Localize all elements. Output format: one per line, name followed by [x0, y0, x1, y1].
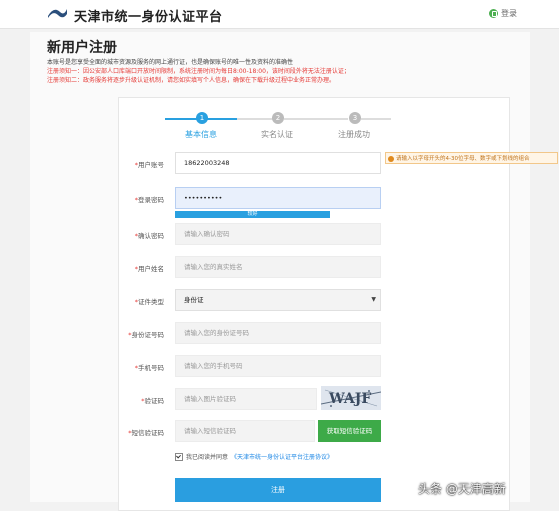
- step-1-circle: 1: [196, 112, 208, 124]
- login-label: 登录: [501, 9, 517, 18]
- step-line-2: [237, 118, 273, 120]
- dropdown-arrow-icon: ▼: [371, 296, 376, 303]
- phone-input[interactable]: 请输入您的手机号码: [175, 355, 381, 377]
- platform-logo-icon: [48, 9, 67, 18]
- step-line-3: [361, 118, 391, 120]
- username-input[interactable]: 18622003248: [175, 152, 381, 174]
- step-3-circle: 3: [349, 112, 361, 124]
- step-3-label: 注册成功: [338, 130, 370, 139]
- realname-input[interactable]: 请输入您的真实姓名: [175, 256, 381, 278]
- user-icon: [489, 9, 498, 18]
- agreement-row: 我已阅读并同意 《天津市统一身份认证平台注册协议》: [175, 452, 333, 461]
- username-tooltip: 请输入以字母开头的4-30位字母、数字或下划线的组合: [385, 152, 558, 164]
- login-link[interactable]: 登录: [489, 8, 517, 19]
- agreement-checkbox[interactable]: [175, 452, 183, 461]
- step-2-circle: 2: [272, 112, 284, 124]
- confirm-password-label: *确认密码: [134, 232, 164, 240]
- password-input[interactable]: ••••••••••: [175, 187, 381, 209]
- step-line-2b: [284, 118, 348, 120]
- id-type-label: *证件类型: [134, 298, 164, 306]
- password-strength-bar: 较好: [175, 211, 330, 218]
- captcha-input[interactable]: 请输入图片验证码: [175, 388, 317, 410]
- page-title: 新用户注册: [47, 40, 117, 56]
- id-type-value: 身份证: [184, 296, 204, 304]
- captcha-label: *验证码: [141, 397, 164, 405]
- confirm-password-input[interactable]: 请输入确认密码: [175, 223, 381, 245]
- intro-note: 本账号是您享受全面的城市资源及服务的网上通行证，也是确保账号的唯一性及资料的准确…: [47, 59, 294, 66]
- registration-notice-1: 注册须知一：因公安部人口库端口开放时间限制，系统注册时间为每日8:00-18:0…: [47, 68, 350, 75]
- agreement-prefix: 我已阅读并同意: [186, 454, 229, 461]
- realname-label: *用户姓名: [134, 265, 164, 273]
- registration-notice-2: 注册须知二：政务服务将逐步升级认证机制，请您如实填写个人信息，确保在下载升级过程…: [47, 77, 336, 84]
- id-number-label: *身份证号码: [128, 331, 164, 339]
- sms-code-label: *短信验证码: [128, 429, 164, 437]
- warning-icon: [388, 155, 394, 162]
- top-bar: 天津市统一身份认证平台 登录: [0, 0, 559, 29]
- step-1-label: 基本信息: [185, 130, 217, 139]
- captcha-image[interactable]: WAJF: [321, 386, 381, 410]
- password-label: *登录密码: [134, 196, 164, 204]
- phone-label: *手机号码: [134, 364, 164, 372]
- id-number-input[interactable]: 请输入您的身份证号码: [175, 322, 381, 344]
- sms-code-input[interactable]: 请输入短信验证码: [175, 420, 315, 442]
- agreement-link[interactable]: 《天津市统一身份认证平台注册协议》: [231, 452, 333, 461]
- id-type-select[interactable]: 身份证 ▼: [175, 289, 381, 311]
- site-title: 天津市统一身份认证平台: [74, 10, 223, 25]
- captcha-text: WAJF: [328, 391, 371, 407]
- register-button[interactable]: 注册: [175, 478, 381, 502]
- get-sms-code-button[interactable]: 获取短信验证码: [318, 420, 381, 442]
- step-2-label: 实名认证: [261, 130, 293, 139]
- step-line-1b: [207, 118, 237, 120]
- watermark: 头条 @天津高新: [418, 482, 506, 496]
- username-label: *用户账号: [134, 161, 164, 169]
- captcha-noise-icon: WAJF: [321, 389, 381, 407]
